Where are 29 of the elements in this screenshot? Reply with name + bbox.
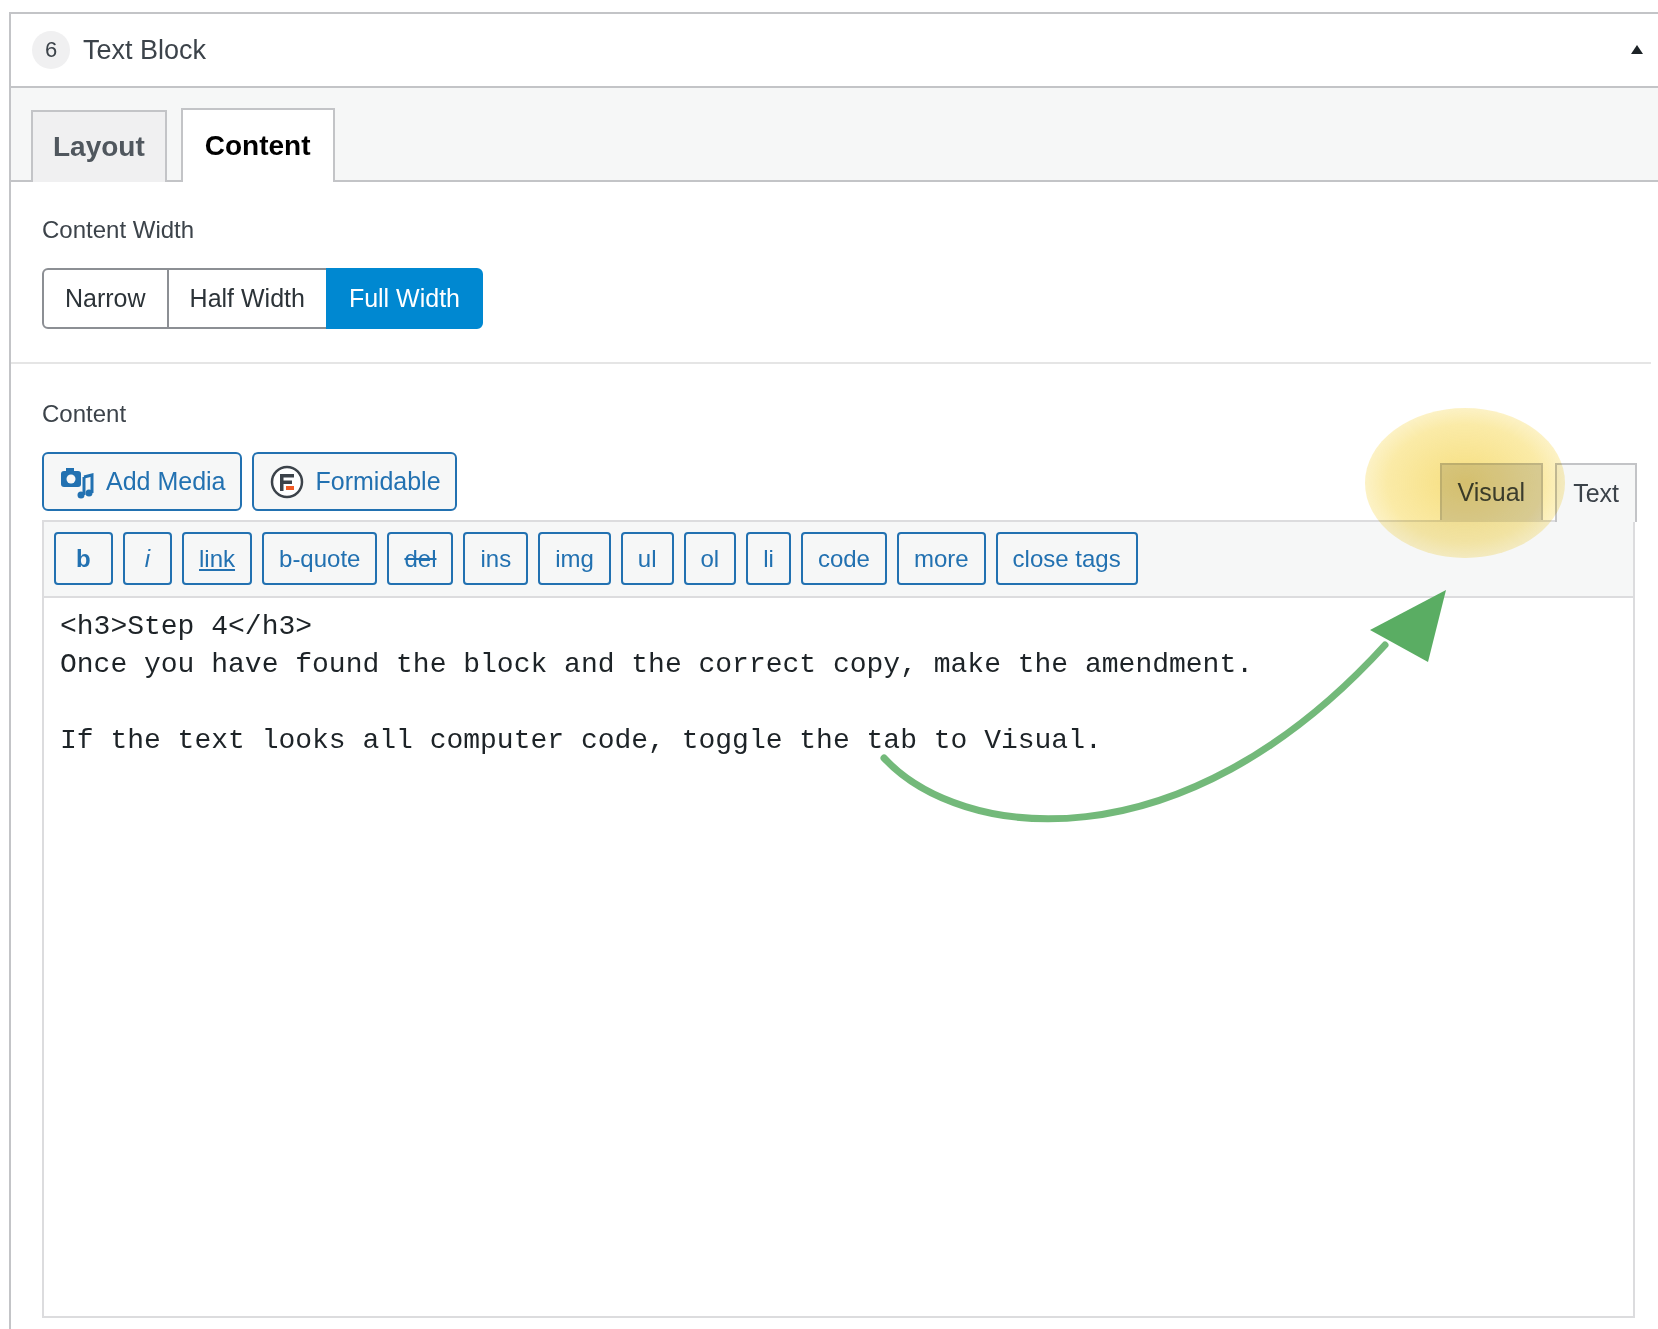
formidable-logo-icon — [269, 464, 304, 499]
settings-tab[interactable]: Content — [180, 108, 335, 182]
width-option[interactable]: Full Width — [325, 268, 484, 329]
quicktag-button[interactable]: b — [54, 532, 113, 585]
settings-tab[interactable]: Layout — [31, 110, 167, 182]
editor-code-text: <h3>Step 4</h3> Once you have found the block and the correct copy, make the amendment. If the text looks all computer code, toggle the tab to Visual. — [60, 610, 1253, 758]
quicktag-button[interactable]: close tags — [995, 532, 1138, 585]
collapse-triangle-icon[interactable] — [1631, 45, 1643, 54]
section-label: Content Width — [42, 216, 195, 244]
quicktag-button[interactable]: li — [746, 532, 791, 585]
quicktag-button[interactable]: i — [122, 532, 172, 585]
width-option[interactable]: Half Width — [166, 268, 328, 329]
block-number-badge: 6 — [32, 31, 70, 69]
quicktag-button[interactable]: img — [538, 532, 611, 585]
form-button[interactable]: Formidable — [251, 452, 457, 511]
quicktag-button[interactable]: del — [387, 532, 454, 585]
block-title: Text Block — [83, 34, 207, 66]
section-label: Content — [42, 400, 127, 428]
editor-mode-tab[interactable]: Visual — [1439, 463, 1544, 520]
quicktag-button[interactable]: ol — [683, 532, 737, 585]
quicktag-button[interactable]: b-quote — [262, 532, 378, 585]
quicktag-button[interactable]: ul — [620, 532, 674, 585]
quicktag-button[interactable]: link — [182, 532, 253, 585]
quicktag-button[interactable]: more — [896, 532, 986, 585]
add-media-button[interactable]: Add Media — [42, 452, 242, 511]
width-option[interactable]: Narrow — [42, 268, 169, 329]
editor-mode-tab[interactable]: Text — [1555, 463, 1637, 522]
quicktag-button[interactable]: ins — [463, 532, 529, 585]
quicktag-button[interactable]: code — [800, 532, 887, 585]
